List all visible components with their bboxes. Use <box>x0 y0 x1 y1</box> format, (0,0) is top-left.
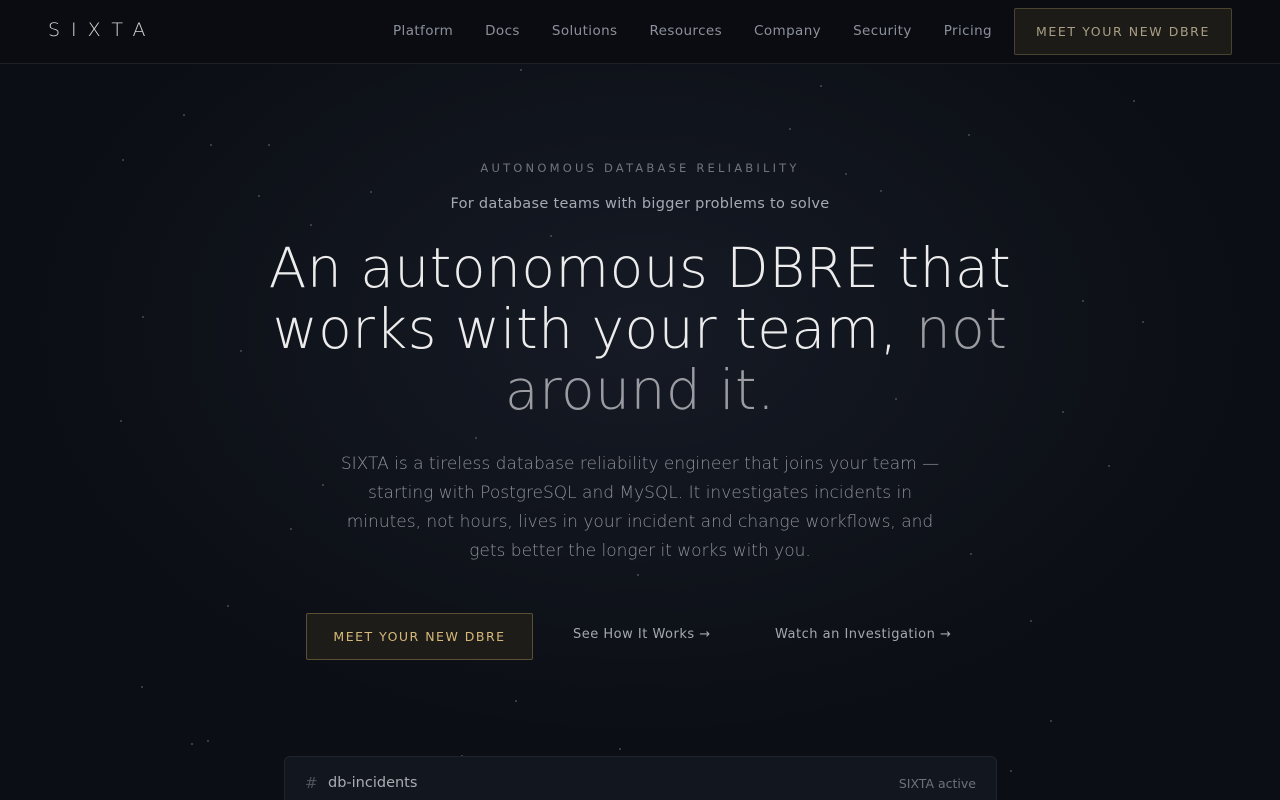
channel-hash-icon: # <box>305 774 318 792</box>
star-dot <box>1108 465 1110 467</box>
hero-eyebrow: AUTONOMOUS DATABASE RELIABILITY <box>480 161 800 175</box>
star-dot <box>120 420 122 422</box>
star-dot <box>1062 411 1064 413</box>
star-dot <box>290 528 292 530</box>
star-dot <box>1050 720 1052 722</box>
star-dot <box>1082 300 1084 302</box>
star-dot <box>880 190 882 192</box>
star-dot <box>268 144 270 146</box>
nav-link-security[interactable]: Security <box>853 23 912 39</box>
star-dot <box>207 740 209 742</box>
star-dot <box>820 85 822 87</box>
star-dot <box>191 743 193 745</box>
hero-headline: An autonomous DBRE that works with your … <box>240 238 1040 421</box>
star-dot <box>227 605 229 607</box>
brand-logo[interactable]: SIXTA <box>48 19 156 41</box>
nav-links: Platform Docs Solutions Resources Compan… <box>377 0 1008 62</box>
nav-link-docs[interactable]: Docs <box>485 23 520 39</box>
incident-channel-panel: # db-incidents SIXTA active <box>284 756 997 800</box>
channel-name: db-incidents <box>328 775 418 791</box>
star-dot <box>1142 321 1144 323</box>
star-dot <box>520 69 522 71</box>
sixta-status-badge: SIXTA active <box>898 776 976 791</box>
star-dot <box>515 700 517 702</box>
see-how-it-works-link[interactable]: See How It Works → <box>573 627 711 642</box>
star-dot <box>1030 620 1032 622</box>
nav-link-resources[interactable]: Resources <box>650 23 723 39</box>
hero-sub-eyebrow: For database teams with bigger problems … <box>450 196 830 212</box>
nav-cta-button[interactable]: MEET YOUR NEW DBRE <box>1014 8 1232 55</box>
star-dot <box>142 316 144 318</box>
star-dot <box>141 686 143 688</box>
nav-link-solutions[interactable]: Solutions <box>552 23 618 39</box>
star-dot <box>970 553 972 555</box>
headline-main: An autonomous DBRE that works with your … <box>268 236 1012 361</box>
star-dot <box>322 484 324 486</box>
watch-investigation-link[interactable]: Watch an Investigation → <box>775 627 951 642</box>
star-dot <box>1133 100 1135 102</box>
star-dot <box>370 191 372 193</box>
star-dot <box>310 224 312 226</box>
star-dot <box>475 437 477 439</box>
star-dot <box>789 128 791 130</box>
star-dot <box>183 114 185 116</box>
nav-link-company[interactable]: Company <box>754 23 821 39</box>
star-dot <box>619 748 621 750</box>
star-dot <box>968 134 970 136</box>
top-navigation: SIXTA Platform Docs Solutions Resources … <box>0 0 1280 64</box>
star-dot <box>637 574 639 576</box>
star-dot <box>210 144 212 146</box>
hero-description: SIXTA is a tireless database reliability… <box>340 454 940 561</box>
nav-link-platform[interactable]: Platform <box>393 23 453 39</box>
hero-primary-cta-button[interactable]: MEET YOUR NEW DBRE <box>306 613 533 660</box>
star-dot <box>1010 770 1012 772</box>
nav-link-pricing[interactable]: Pricing <box>944 23 992 39</box>
